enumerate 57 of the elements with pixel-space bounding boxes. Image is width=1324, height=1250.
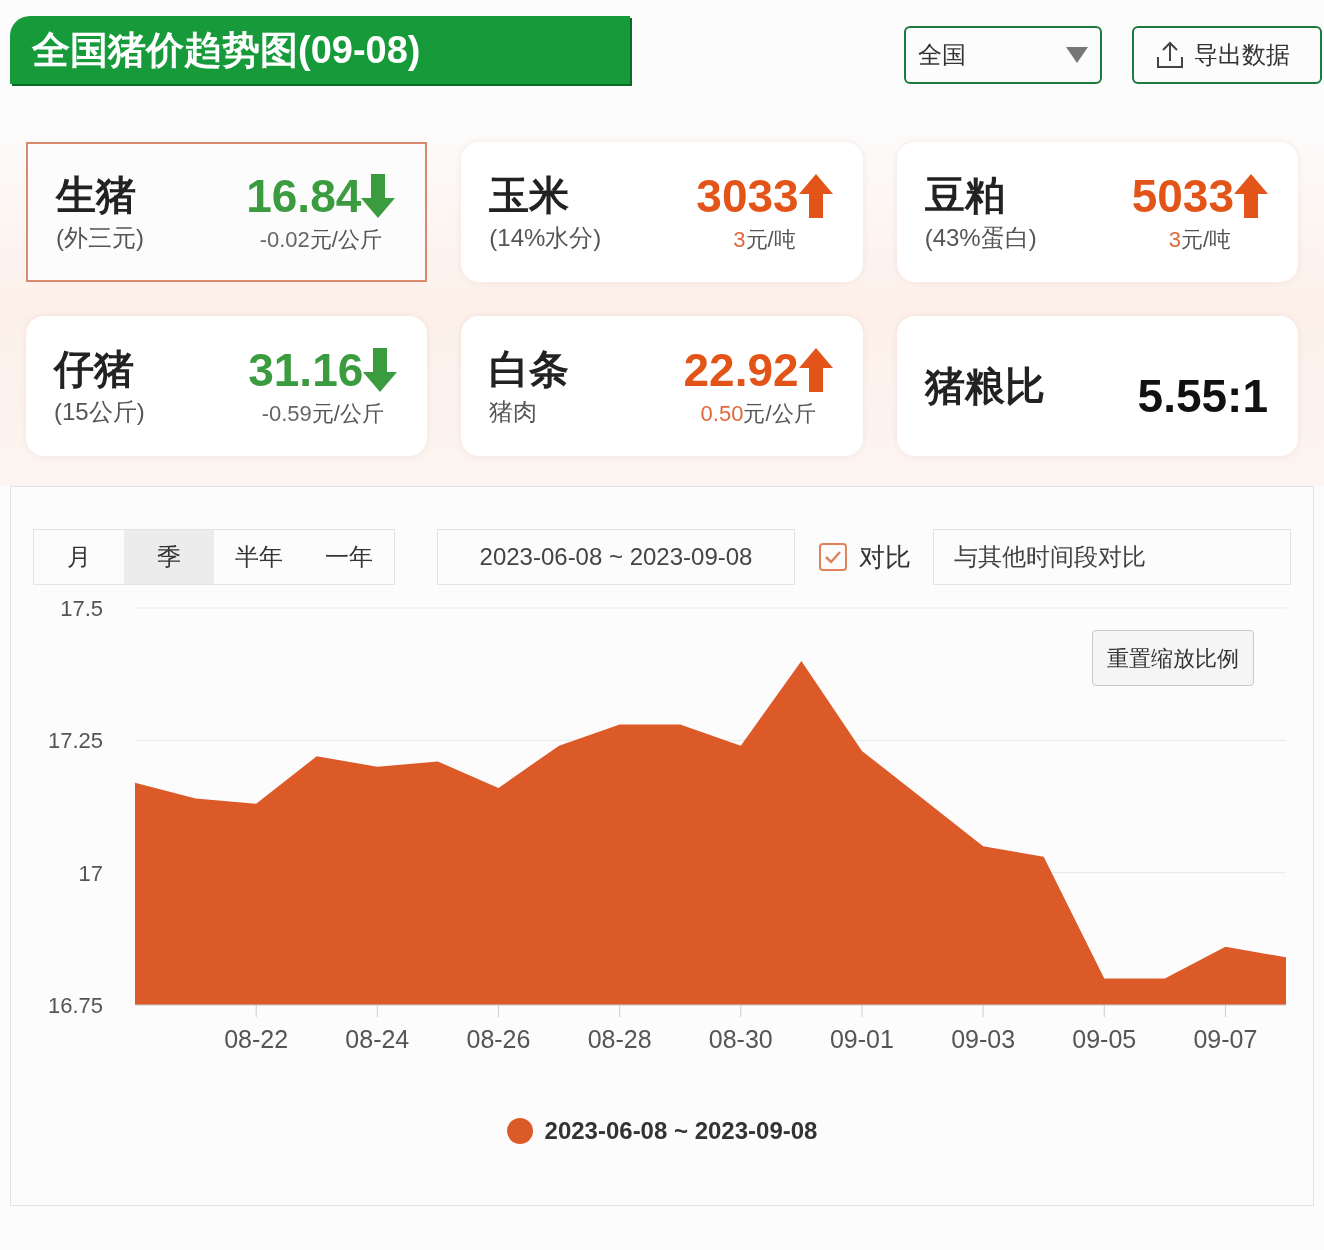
price-card[interactable]: 豆粕 (43%蛋白) 5033 3元/吨 [896, 142, 1298, 282]
y-axis-label: 16.75 [47, 993, 103, 1018]
card-label: 生猪 [56, 172, 137, 219]
change-text: 3元/吨 [733, 225, 796, 254]
check-icon [824, 550, 842, 564]
x-axis-label: 08-26 [466, 1025, 531, 1053]
page-title: 全国猪价趋势图(09-08) [10, 16, 630, 84]
period-tab[interactable]: 一年 [304, 530, 394, 584]
price-card[interactable]: 生猪 (外三元) 16.84 -0.02元/公斤 [26, 142, 428, 282]
x-axis-label: 08-24 [345, 1025, 410, 1053]
card-subtitle: (15公斤) [54, 397, 145, 427]
y-axis-label: 17.5 [60, 596, 103, 621]
card-value: 31.16 [248, 342, 364, 397]
card-subtitle: (外三元) [56, 223, 144, 253]
change-text: -0.02元/公斤 [259, 225, 382, 254]
x-axis-label: 09-07 [1193, 1025, 1258, 1053]
card-value: 22.92 [683, 342, 799, 397]
card-subtitle: (14%水分) [489, 223, 602, 253]
dropdown-icon [1066, 47, 1088, 63]
card-label: 豆粕 [924, 172, 1006, 219]
y-axis-label: 17 [78, 860, 103, 886]
export-button[interactable]: 导出数据 [1132, 26, 1322, 84]
change-text: 0.50元/公斤 [700, 399, 816, 428]
card-label: 玉米 [489, 172, 571, 219]
x-axis-label: 08-22 [224, 1025, 289, 1053]
price-card[interactable]: 白条 猪肉 22.92 0.50元/公斤 [461, 316, 863, 456]
x-axis-label: 09-01 [829, 1025, 894, 1053]
card-value: 5.55:1 [1137, 369, 1268, 423]
region-select[interactable]: 全国 [904, 26, 1102, 84]
x-axis-label: 08-30 [708, 1025, 773, 1053]
change-text: -0.59元/公斤 [261, 399, 384, 428]
x-axis-label: 09-05 [1072, 1025, 1137, 1053]
price-card[interactable]: 仔猪 (15公斤) 31.16 -0.59元/公斤 [26, 316, 428, 456]
price-card[interactable]: 猪粮比 5.55:1 [896, 316, 1298, 456]
region-value: 全国 [918, 40, 966, 70]
period-tab[interactable]: 季 [124, 530, 214, 584]
x-axis-label: 08-28 [587, 1025, 652, 1053]
legend-label[interactable]: 2023-06-08 ~ 2023-09-08 [544, 1113, 818, 1149]
period-tab[interactable]: 半年 [214, 530, 304, 584]
date-range-field[interactable]: 2023-06-08 ~ 2023-09-08 [437, 529, 795, 585]
card-value: 5033 [1131, 168, 1234, 223]
price-card[interactable]: 玉米 (14%水分) 3033 3元/吨 [461, 142, 863, 282]
card-label: 仔猪 [54, 346, 135, 393]
y-axis-label: 17.25 [47, 728, 103, 754]
card-value: 3033 [696, 168, 799, 223]
upload-icon [1154, 39, 1186, 71]
card-value: 16.84 [246, 168, 362, 223]
card-subtitle: (43%蛋白) [924, 223, 1037, 253]
card-label: 白条 [489, 346, 570, 393]
period-tab[interactable]: 月 [34, 530, 124, 584]
card-subtitle: 猪肉 [489, 397, 539, 427]
x-axis-label: 09-03 [951, 1025, 1016, 1053]
reset-zoom-button[interactable]: 重置缩放比例 [1092, 630, 1254, 686]
compare-checkbox[interactable]: 对比 [819, 537, 911, 577]
card-label: 猪粮比 [924, 363, 1045, 410]
compare-input-field[interactable]: 与其他时间段对比 [933, 529, 1291, 585]
change-text: 3元/吨 [1168, 225, 1231, 254]
